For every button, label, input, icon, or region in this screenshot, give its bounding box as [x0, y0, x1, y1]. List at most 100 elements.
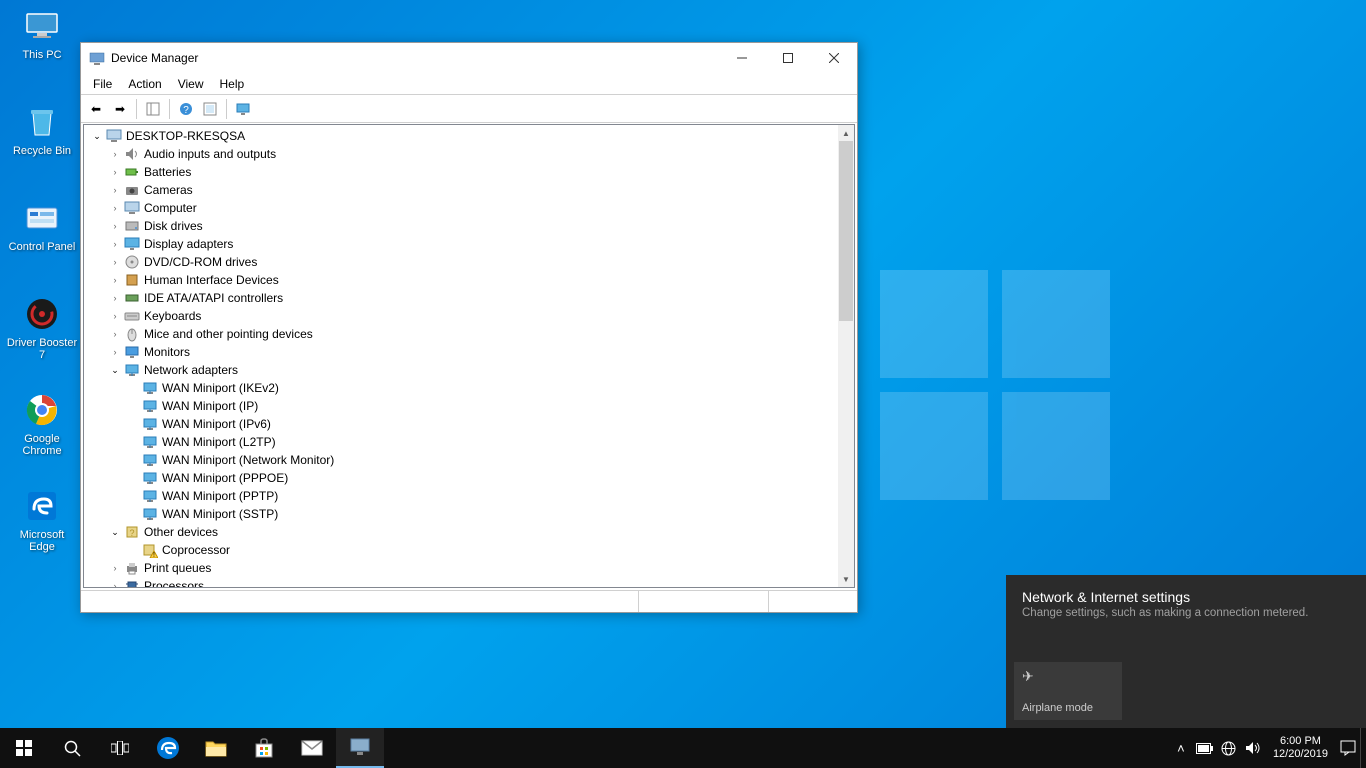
svg-text:?: ?	[183, 105, 189, 116]
menu-file[interactable]: File	[85, 75, 120, 93]
airplane-mode-tile[interactable]: ✈ Airplane mode	[1014, 662, 1122, 720]
taskbar-app-explorer[interactable]	[192, 728, 240, 768]
task-view-icon	[111, 741, 129, 755]
tree-category-11[interactable]: ›Monitors	[84, 343, 838, 361]
clock-time: 6:00 PM	[1273, 735, 1328, 748]
tree-device-network-2[interactable]: WAN Miniport (IPv6)	[84, 415, 838, 433]
menu-help[interactable]: Help	[212, 75, 253, 93]
airplane-icon: ✈	[1022, 668, 1114, 685]
close-button[interactable]	[811, 43, 857, 73]
desktop-icon-this-pc[interactable]: This PC	[6, 6, 78, 61]
scroll-down-icon[interactable]: ▼	[838, 571, 854, 587]
globe-icon	[1221, 741, 1236, 756]
store-icon	[253, 737, 275, 759]
taskbar-app-store[interactable]	[240, 728, 288, 768]
taskbar-app-edge[interactable]	[144, 728, 192, 768]
tree-node-label: WAN Miniport (IKEv2)	[162, 381, 279, 395]
tree-category-other[interactable]: ⌄?Other devices	[84, 523, 838, 541]
tree-root-node[interactable]: ⌄DESKTOP-RKESQSA	[84, 127, 838, 145]
mail-icon	[301, 740, 323, 756]
tray-show-hidden-icons[interactable]: ˄	[1169, 728, 1193, 768]
computer-icon	[124, 200, 140, 216]
taskbar-app-mail[interactable]	[288, 728, 336, 768]
tree-device-other-0[interactable]: !Coprocessor	[84, 541, 838, 559]
minimize-button[interactable]	[719, 43, 765, 73]
chrome-icon	[22, 390, 62, 430]
tree-device-network-0[interactable]: WAN Miniport (IKEv2)	[84, 379, 838, 397]
network-settings-subtitle: Change settings, such as making a connec…	[1006, 607, 1366, 633]
tree-node-label: Other devices	[144, 525, 218, 539]
tree-node-label: Monitors	[144, 345, 190, 359]
tree-device-network-1[interactable]: WAN Miniport (IP)	[84, 397, 838, 415]
tree-category-3[interactable]: ›Computer	[84, 199, 838, 217]
tray-network[interactable]	[1217, 728, 1241, 768]
tree-category-5[interactable]: ›Display adapters	[84, 235, 838, 253]
menu-action[interactable]: Action	[120, 75, 169, 93]
taskbar-app-device-manager[interactable]	[336, 728, 384, 768]
tree-node-label: Network adapters	[144, 363, 238, 377]
titlebar[interactable]: Device Manager	[81, 43, 857, 73]
battery-icon	[124, 164, 140, 180]
show-desktop-button[interactable]	[1360, 728, 1366, 768]
tree-category-printqueues[interactable]: ›Print queues	[84, 559, 838, 577]
tree-node-label: Print queues	[144, 561, 211, 575]
desktop-icon-google-chrome[interactable]: Google Chrome	[6, 390, 78, 457]
desktop-icon-microsoft-edge[interactable]: Microsoft Edge	[6, 486, 78, 553]
toolbar-forward-button[interactable]: ➡	[109, 98, 131, 120]
desktop-icon-recycle-bin[interactable]: Recycle Bin	[6, 102, 78, 157]
tree-category-2[interactable]: ›Cameras	[84, 181, 838, 199]
mouse-icon	[124, 326, 140, 342]
tree-category-1[interactable]: ›Batteries	[84, 163, 838, 181]
tray-action-center[interactable]	[1336, 728, 1360, 768]
tree-category-processors[interactable]: ›Processors	[84, 577, 838, 587]
tree-device-network-7[interactable]: WAN Miniport (SSTP)	[84, 505, 838, 523]
toolbar-scan-button[interactable]	[199, 98, 221, 120]
toolbar: ⬅ ➡ ?	[81, 95, 857, 123]
desktop-icon-control-panel[interactable]: Control Panel	[6, 198, 78, 253]
search-icon	[64, 740, 81, 757]
desktop-label: This PC	[22, 49, 61, 61]
statusbar	[81, 590, 857, 612]
tree-category-7[interactable]: ›Human Interface Devices	[84, 271, 838, 289]
start-button[interactable]	[0, 728, 48, 768]
tree-device-network-6[interactable]: WAN Miniport (PPTP)	[84, 487, 838, 505]
tree-category-9[interactable]: ›Keyboards	[84, 307, 838, 325]
desktop-label: Driver Booster 7	[7, 337, 77, 361]
toolbar-monitor-button[interactable]	[232, 98, 254, 120]
tray-volume[interactable]	[1241, 728, 1265, 768]
arrow-right-icon: ➡	[115, 102, 125, 116]
tree-category-network[interactable]: ⌄Network adapters	[84, 361, 838, 379]
tree-category-4[interactable]: ›Disk drives	[84, 217, 838, 235]
toolbar-help-button[interactable]: ?	[175, 98, 197, 120]
toolbar-show-hide-tree-button[interactable]	[142, 98, 164, 120]
scroll-up-icon[interactable]: ▲	[838, 125, 854, 141]
tree-category-6[interactable]: ›DVD/CD-ROM drives	[84, 253, 838, 271]
tree-category-0[interactable]: ›Audio inputs and outputs	[84, 145, 838, 163]
tree-category-8[interactable]: ›IDE ATA/ATAPI controllers	[84, 289, 838, 307]
clock-date: 12/20/2019	[1273, 748, 1328, 761]
toolbar-back-button[interactable]: ⬅	[85, 98, 107, 120]
tray-clock[interactable]: 6:00 PM 12/20/2019	[1265, 735, 1336, 761]
tree-node-label: Batteries	[144, 165, 191, 179]
tree-device-network-4[interactable]: WAN Miniport (Network Monitor)	[84, 451, 838, 469]
network-settings-link[interactable]: Network & Internet settings	[1006, 575, 1366, 607]
desktop-icon-driver-booster[interactable]: Driver Booster 7	[6, 294, 78, 361]
search-button[interactable]	[48, 728, 96, 768]
taskbar: ˄ 6:00 PM 12/20/2019	[0, 728, 1366, 768]
network-icon	[142, 398, 158, 414]
menubar: File Action View Help	[81, 73, 857, 95]
tray-battery[interactable]	[1193, 728, 1217, 768]
maximize-button[interactable]	[765, 43, 811, 73]
scroll-thumb[interactable]	[839, 141, 853, 321]
tree-device-network-5[interactable]: WAN Miniport (PPPOE)	[84, 469, 838, 487]
tree-scrollbar[interactable]: ▲ ▼	[838, 125, 854, 587]
desktop-label: Recycle Bin	[13, 145, 71, 157]
task-view-button[interactable]	[96, 728, 144, 768]
tree-device-network-3[interactable]: WAN Miniport (L2TP)	[84, 433, 838, 451]
network-icon	[142, 434, 158, 450]
processor-icon	[124, 578, 140, 587]
menu-view[interactable]: View	[170, 75, 212, 93]
tree-node-label: Processors	[144, 579, 204, 587]
tree-category-10[interactable]: ›Mice and other pointing devices	[84, 325, 838, 343]
tree-node-label: DVD/CD-ROM drives	[144, 255, 257, 269]
